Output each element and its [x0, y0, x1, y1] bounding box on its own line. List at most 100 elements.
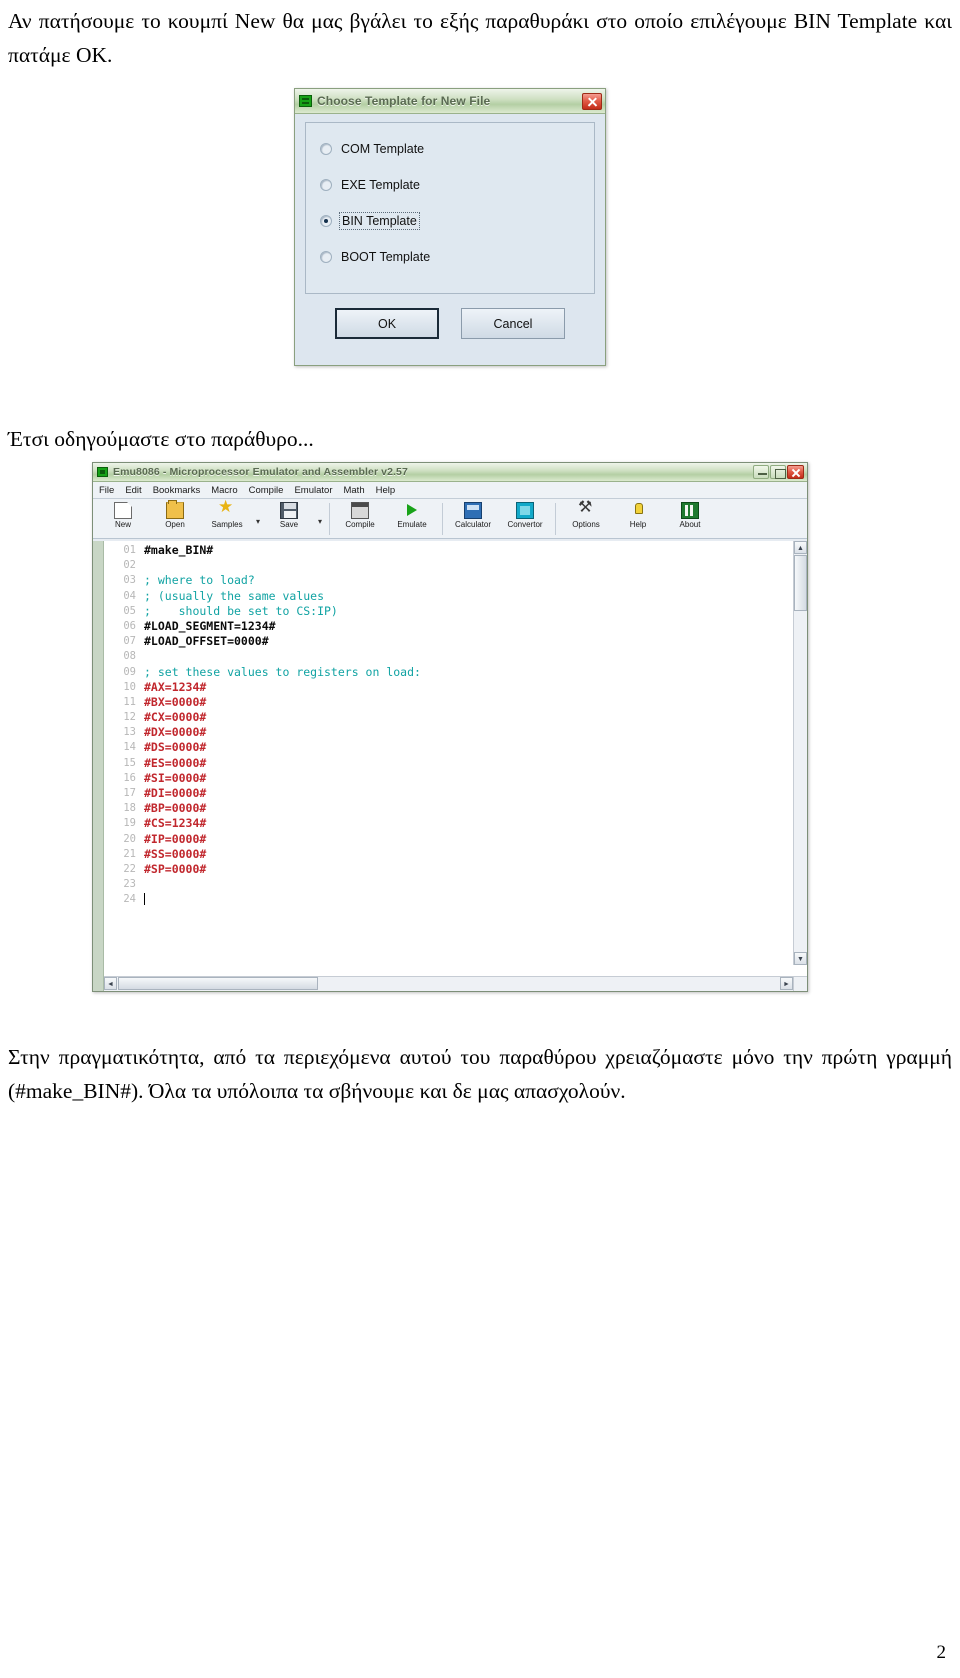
horizontal-scroll-thumb[interactable]	[118, 977, 318, 990]
maximize-icon[interactable]	[770, 465, 786, 479]
menu-item-macro[interactable]: Macro	[211, 485, 237, 496]
line-number: 24	[123, 893, 136, 906]
radio-icon-selected	[320, 215, 332, 227]
code-line-text	[144, 892, 793, 907]
play-icon	[403, 502, 421, 519]
toolbar-button-options[interactable]: Options	[560, 499, 612, 530]
code-line: 04 ; (usually the same values	[104, 589, 793, 604]
scroll-right-icon[interactable]: ►	[780, 977, 793, 990]
close-icon[interactable]	[582, 92, 602, 110]
new-file-icon	[114, 502, 132, 519]
code-line: 17 #DI=0000#	[104, 786, 793, 801]
code-line-text: #SP=0000#	[144, 861, 207, 876]
scroll-left-icon[interactable]: ◄	[104, 977, 117, 990]
cancel-button[interactable]: Cancel	[461, 308, 565, 339]
code-line-text: #ES=0000#	[144, 755, 207, 770]
radio-option-com-template[interactable]: COM Template	[320, 131, 594, 167]
line-number: 15	[123, 756, 136, 769]
emu8086-window: Emu8086 - Microprocessor Emulator and As…	[92, 462, 808, 992]
toolbar-button-about[interactable]: About	[664, 501, 716, 530]
code-line: 09 ; set these values to registers on loa…	[104, 665, 793, 680]
intro-paragraph: Αν πατήσουμε το κουμπί New θα μας βγάλει…	[8, 9, 952, 67]
code-line-text: #DX=0000#	[144, 725, 207, 740]
page-number: 2	[936, 1642, 947, 1663]
tools-icon	[577, 499, 595, 519]
toolbar-button-help[interactable]: Help	[612, 501, 664, 530]
emu-window-title: Emu8086 - Microprocessor Emulator and As…	[113, 466, 408, 478]
toolbar-button-emulate[interactable]: Emulate	[386, 501, 438, 530]
choose-template-dialog: Choose Template for New File COM Templat…	[294, 88, 606, 366]
code-line: 22 #SP=0000#	[104, 862, 793, 877]
vertical-scroll-thumb[interactable]	[794, 555, 807, 611]
dialog-body: COM Template EXE Template BIN Template B…	[295, 114, 605, 339]
line-number: 19	[123, 817, 136, 830]
editor-main: 01 #make_BIN# 02 03 ; where to load? 04 ; (usu…	[104, 541, 807, 991]
emu-menubar: File Edit Bookmarks Macro Compile Emulat…	[93, 482, 807, 499]
radio-option-bin-template[interactable]: BIN Template	[320, 203, 594, 239]
radio-label: EXE Template	[341, 178, 420, 192]
close-icon[interactable]	[787, 465, 804, 479]
code-line: 07 #LOAD_OFFSET=0000#	[104, 634, 793, 649]
toolbar-button-open[interactable]: Open	[149, 500, 201, 530]
line-number: 17	[123, 787, 136, 799]
scrollbar-corner	[793, 976, 807, 991]
toolbar-label: Help	[629, 520, 647, 529]
toolbar-label: Open	[165, 520, 185, 529]
code-line-text: #LOAD_OFFSET=0000#	[144, 634, 269, 649]
toolbar-label: New	[114, 520, 131, 529]
editor-horizontal-scrollbar[interactable]: ◄ ►	[104, 976, 793, 991]
dialog-titlebar: Choose Template for New File	[295, 89, 605, 114]
menu-item-file[interactable]: File	[99, 485, 114, 496]
menu-item-help[interactable]: Help	[376, 485, 396, 496]
green-chip-icon	[299, 95, 312, 107]
line-number: 23	[123, 878, 136, 891]
save-dropdown-arrow-icon[interactable]: ▾	[315, 517, 325, 526]
code-line: 20 #IP=0000#	[104, 832, 793, 847]
toolbar-label: Options	[572, 520, 600, 529]
minimize-icon[interactable]	[753, 465, 769, 479]
menu-item-emulator[interactable]: Emulator	[294, 485, 332, 496]
scroll-down-icon[interactable]: ▼	[794, 952, 807, 965]
code-line: 01 #make_BIN#	[104, 543, 793, 558]
code-line-text: #BX=0000#	[144, 694, 207, 709]
code-text-area[interactable]: 01 #make_BIN# 02 03 ; where to load? 04 ; (usu…	[104, 541, 793, 965]
toolbar-button-convertor[interactable]: Convertor	[499, 501, 551, 530]
menu-item-edit[interactable]: Edit	[125, 485, 141, 496]
radio-option-boot-template[interactable]: BOOT Template	[320, 239, 594, 275]
radio-option-exe-template[interactable]: EXE Template	[320, 167, 594, 203]
toolbar-separator	[329, 503, 330, 535]
editor-vertical-scrollbar[interactable]: ▲ ▼	[793, 541, 807, 965]
menu-item-math[interactable]: Math	[343, 485, 364, 496]
line-number: 11	[123, 695, 136, 708]
dialog-button-row: OK Cancel	[305, 308, 595, 339]
code-line-text: #make_BIN#	[144, 543, 214, 557]
calculator-icon	[464, 502, 482, 519]
green-chip-icon	[97, 467, 108, 477]
scroll-up-icon[interactable]: ▲	[794, 541, 807, 554]
toolbar-button-new[interactable]: New	[97, 501, 149, 530]
code-line-text: ; where to load?	[144, 573, 255, 588]
menu-item-bookmarks[interactable]: Bookmarks	[153, 485, 201, 496]
line-number: 09	[123, 665, 136, 678]
radio-label: BIN Template	[339, 212, 420, 230]
code-line: 10 #AX=1234#	[104, 680, 793, 695]
code-line: 02	[104, 558, 793, 573]
convertor-icon	[516, 502, 534, 519]
code-line-text: ; (usually the same values	[144, 588, 325, 603]
line-number: 20	[123, 832, 136, 845]
code-line: 14 #DS=0000#	[104, 740, 793, 755]
line-number: 04	[123, 589, 136, 602]
menu-item-compile[interactable]: Compile	[249, 485, 284, 496]
toolbar-button-samples[interactable]: Samples	[201, 498, 253, 530]
toolbar-button-compile[interactable]: Compile	[334, 501, 386, 530]
toolbar-button-save[interactable]: Save	[263, 501, 315, 530]
line-number: 13	[123, 726, 136, 739]
code-line-text: #LOAD_SEGMENT=1234#	[144, 618, 276, 633]
ok-button[interactable]: OK	[335, 308, 439, 339]
code-line: 13 #DX=0000#	[104, 725, 793, 740]
line-number: 06	[123, 619, 136, 632]
toolbar-label: Calculator	[454, 520, 491, 529]
toolbar-button-calculator[interactable]: Calculator	[447, 501, 499, 530]
samples-dropdown-arrow-icon[interactable]: ▾	[253, 517, 263, 526]
